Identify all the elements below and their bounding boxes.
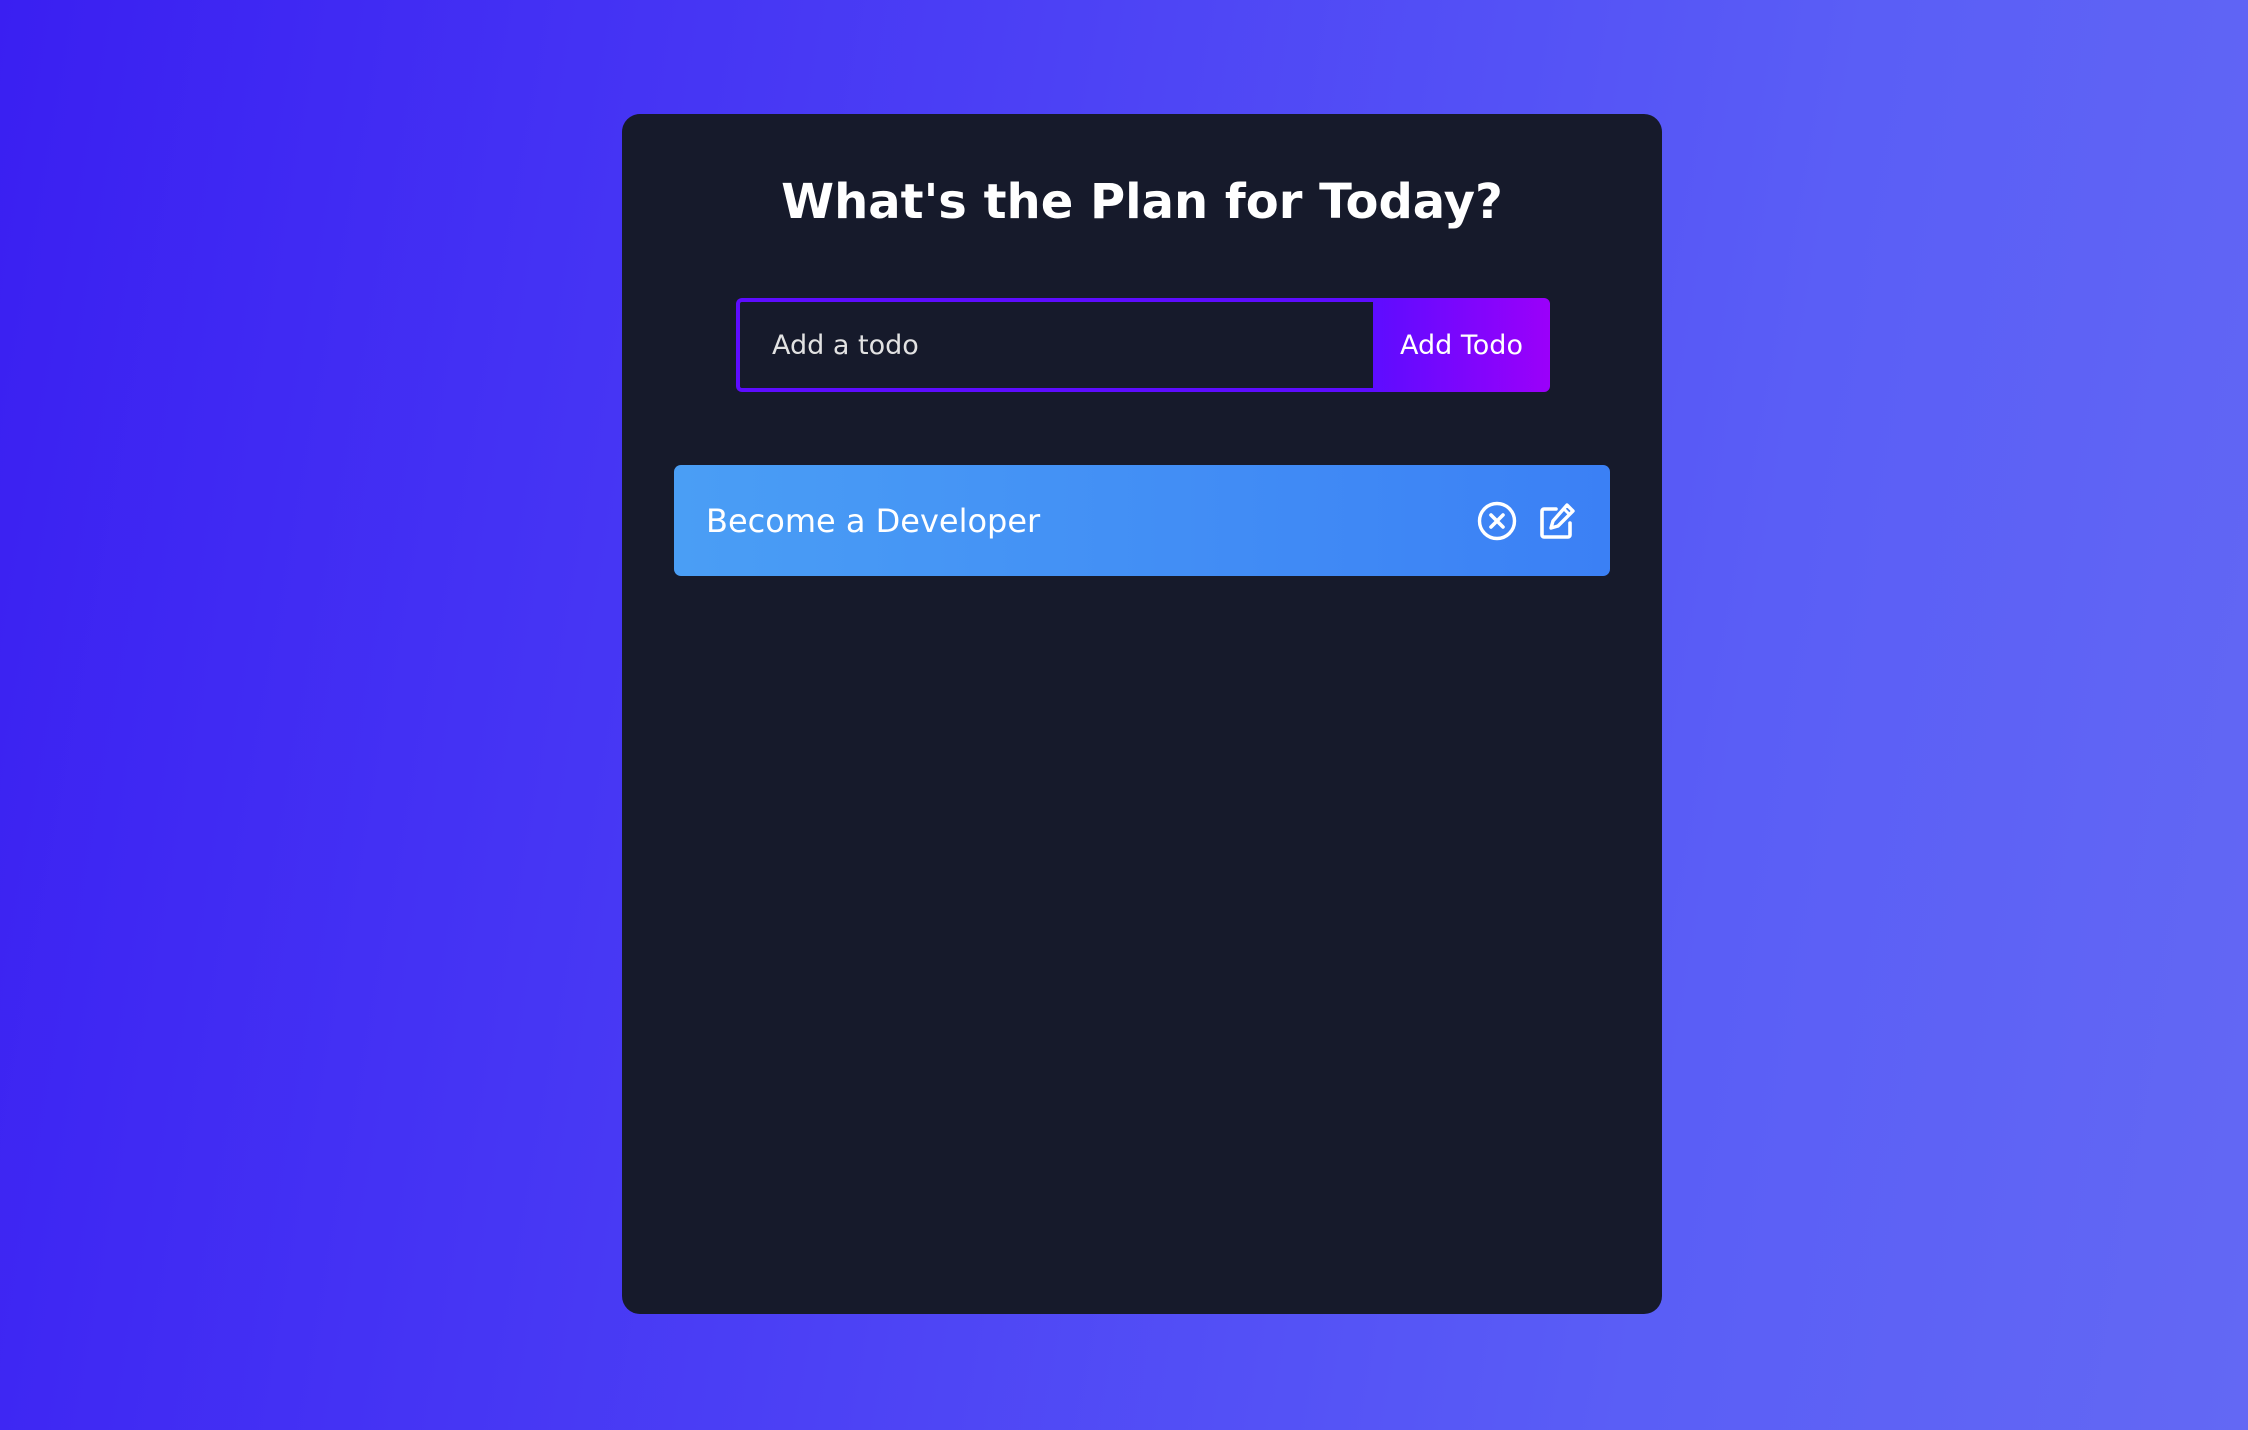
todo-item-actions xyxy=(1476,500,1578,542)
todo-app: What's the Plan for Today? Add Todo Beco… xyxy=(622,114,1662,1314)
add-todo-button[interactable]: Add Todo xyxy=(1373,298,1550,392)
todo-item: Become a Developer xyxy=(674,465,1610,576)
page-title: What's the Plan for Today? xyxy=(781,174,1503,230)
todo-input[interactable] xyxy=(736,298,1373,392)
edit-icon[interactable] xyxy=(1536,500,1578,542)
circle-close-icon[interactable] xyxy=(1476,500,1518,542)
todo-form: Add Todo xyxy=(736,298,1550,392)
todo-item-text: Become a Developer xyxy=(706,501,1041,540)
